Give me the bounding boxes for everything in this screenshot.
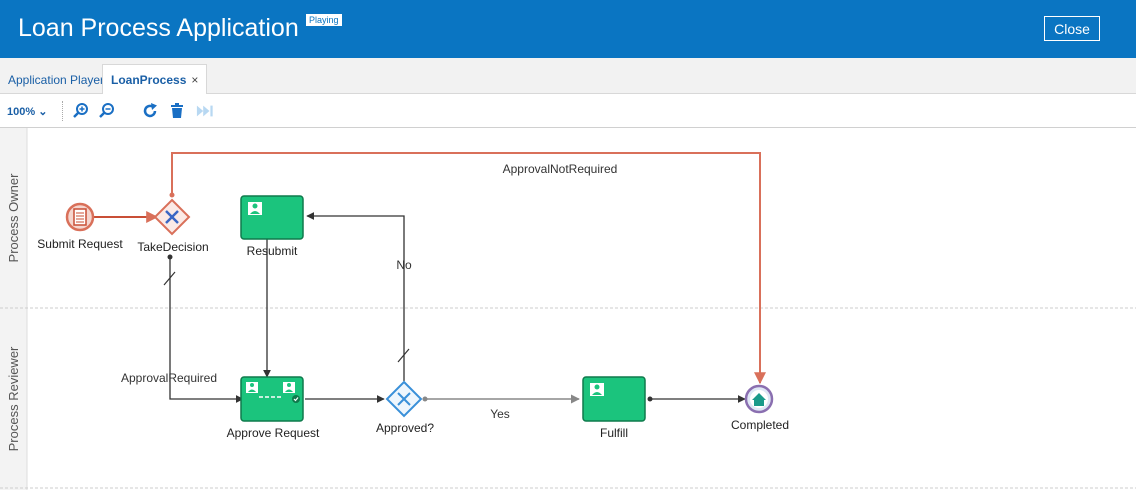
node-label-take: TakeDecision bbox=[137, 240, 208, 254]
flow-label-no: No bbox=[396, 258, 412, 272]
tab-label: LoanProcess bbox=[111, 73, 187, 87]
tab-label: Application Player bbox=[8, 73, 105, 87]
flow-label-required: ApprovalRequired bbox=[121, 371, 217, 385]
lane-label-owner: Process Owner bbox=[6, 173, 21, 263]
process-diagram: Process Owner Process Reviewer ApprovalN… bbox=[0, 128, 1136, 490]
tab-loan-process[interactable]: LoanProcess × bbox=[102, 64, 208, 94]
flow-source-dot bbox=[167, 254, 173, 260]
user-task-icon bbox=[590, 383, 604, 396]
flow-source-dot bbox=[169, 192, 175, 198]
close-button[interactable]: Close bbox=[1044, 16, 1100, 41]
fast-forward-icon[interactable] bbox=[196, 102, 214, 120]
node-label-completed: Completed bbox=[731, 418, 789, 432]
flow-label-not-required: ApprovalNotRequired bbox=[503, 162, 618, 176]
flow-label-yes: Yes bbox=[490, 407, 510, 421]
refresh-icon[interactable] bbox=[141, 102, 159, 120]
task-resubmit[interactable] bbox=[240, 195, 304, 240]
task-approve-request[interactable] bbox=[240, 376, 304, 422]
app-title: Loan Process Application bbox=[18, 14, 299, 42]
document-icon bbox=[73, 208, 87, 226]
zoom-dropdown[interactable]: 100% ⌄ bbox=[7, 105, 47, 118]
node-label-approved: Approved? bbox=[376, 421, 434, 435]
flow-source-dot bbox=[422, 396, 428, 402]
tab-bar: Application Player LoanProcess × bbox=[0, 58, 1136, 94]
node-label-submit: Submit Request bbox=[37, 237, 123, 251]
start-event-submit-request[interactable] bbox=[65, 202, 95, 232]
zoom-in-icon[interactable] bbox=[72, 102, 90, 120]
tab-close-icon[interactable]: × bbox=[191, 73, 198, 87]
toolbar-divider bbox=[62, 101, 63, 121]
chevron-down-icon: ⌄ bbox=[38, 106, 48, 118]
node-label-fulfill: Fulfill bbox=[600, 426, 628, 440]
task-fulfill[interactable] bbox=[582, 376, 646, 422]
node-label-approve: Approve Request bbox=[227, 426, 320, 440]
end-event-completed[interactable] bbox=[744, 384, 774, 414]
node-label-resubmit: Resubmit bbox=[247, 244, 298, 258]
lane-label-reviewer: Process Reviewer bbox=[6, 346, 21, 451]
flow-source-dot bbox=[647, 396, 653, 402]
app-header: Loan Process Application Playing Close bbox=[0, 0, 1136, 58]
tab-application-player[interactable]: Application Player bbox=[2, 66, 110, 94]
zoom-out-icon[interactable] bbox=[98, 102, 116, 120]
delete-icon[interactable] bbox=[168, 102, 186, 120]
status-badge: Playing bbox=[305, 13, 343, 27]
user-task-icon bbox=[248, 202, 262, 215]
toolbar: 100% ⌄ bbox=[0, 94, 1136, 128]
zoom-level: 100% bbox=[7, 106, 36, 118]
